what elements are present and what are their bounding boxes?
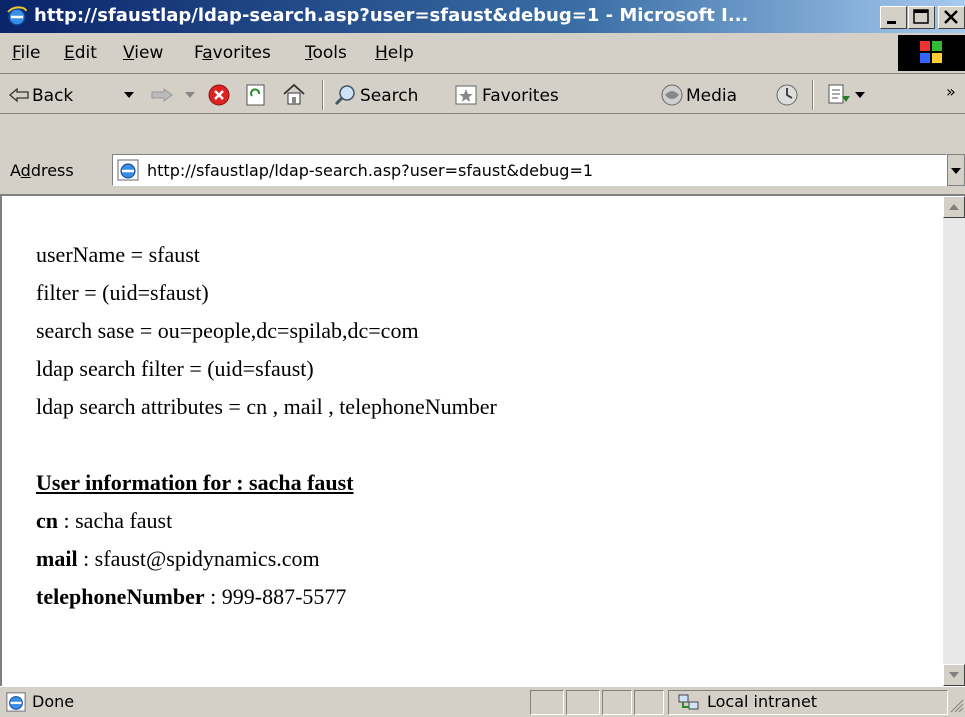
debug-line: filter = (uid=sfaust) [36, 280, 209, 305]
zone-panel: Local intranet [668, 690, 948, 715]
menu-edit[interactable]: Edit [64, 43, 97, 63]
scroll-down-button[interactable] [943, 664, 965, 686]
attribute-row: telephoneNumber : 999-887-5577 [36, 578, 916, 616]
toolbar-overflow-button[interactable]: » [946, 82, 956, 101]
home-icon[interactable] [281, 82, 307, 106]
favorites-button[interactable]: Favorites [482, 86, 559, 106]
status-panel [530, 690, 564, 715]
chevron-down-icon[interactable] [124, 92, 134, 100]
ie-icon [7, 6, 27, 26]
chevron-down-icon[interactable] [185, 92, 195, 100]
scroll-up-icon [949, 204, 959, 210]
attribute-key: telephoneNumber [36, 584, 205, 609]
back-arrow-icon [9, 87, 29, 103]
scroll-down-icon [949, 672, 959, 678]
scroll-up-button[interactable] [943, 196, 965, 218]
title-bar[interactable]: http://sfaustlap/ldap-search.asp?user=sf… [0, 0, 965, 33]
attribute-row: mail : sfaust@spidynamics.com [36, 540, 916, 578]
windows-logo-icon [920, 41, 942, 63]
stop-icon[interactable] [207, 83, 231, 107]
attribute-key: mail [36, 546, 78, 571]
toolbar-separator [322, 80, 324, 110]
attribute-value: : 999-887-5577 [204, 584, 347, 609]
page-content: userName = sfaust filter = (uid=sfaust) … [0, 194, 965, 686]
debug-line: userName = sfaust [36, 242, 200, 267]
local-intranet-icon [678, 694, 699, 710]
attribute-value: : sfaust@spidynamics.com [77, 546, 320, 571]
media-button[interactable]: Media [686, 86, 737, 106]
ie-page-icon [117, 159, 139, 181]
zone-label: Local intranet [707, 692, 818, 711]
address-url: http://sfaustlap/ldap-search.asp?user=sf… [147, 161, 594, 180]
search-button[interactable]: Search [360, 86, 418, 106]
chevron-down-icon[interactable] [855, 92, 865, 100]
menu-favorites[interactable]: Favorites [194, 43, 271, 63]
media-icon [661, 84, 683, 106]
windows-logo-throbber [898, 35, 965, 71]
history-icon[interactable] [775, 83, 799, 107]
mail-icon[interactable] [826, 82, 852, 108]
close-button[interactable] [938, 6, 965, 29]
status-text: Done [32, 692, 75, 711]
resize-grip-icon[interactable] [950, 699, 964, 713]
attribute-value: : sacha faust [58, 508, 173, 533]
status-panel [602, 690, 632, 715]
back-button[interactable]: Back [32, 86, 73, 106]
debug-line: ldap search attributes = cn , mail , tel… [36, 394, 497, 419]
search-icon [334, 85, 355, 106]
debug-output: userName = sfaust filter = (uid=sfaust) … [36, 236, 916, 616]
status-panel [566, 690, 600, 715]
maximize-icon [913, 9, 929, 24]
menu-help[interactable]: Help [375, 43, 414, 63]
user-info-heading: User information for : sacha faust [36, 470, 354, 495]
attribute-key: cn [36, 508, 58, 533]
toolbar-separator [812, 80, 814, 110]
address-bar: Address http://sfaustlap/ldap-search.asp… [0, 114, 965, 194]
menu-tools[interactable]: Tools [305, 43, 347, 63]
debug-line: ldap search filter = (uid=sfaust) [36, 356, 314, 381]
ie-page-icon [6, 692, 26, 712]
attribute-row: cn : sacha faust [36, 502, 916, 540]
forward-arrow-icon[interactable] [150, 87, 174, 103]
menu-view[interactable]: View [123, 43, 163, 63]
toolbar-row: Back Search Favorites Media » [0, 74, 965, 114]
favorites-icon [455, 85, 477, 105]
chevron-down-icon [951, 168, 961, 174]
close-icon [944, 10, 958, 24]
address-dropdown-button[interactable] [947, 154, 965, 186]
window-title: http://sfaustlap/ldap-search.asp?user=sf… [34, 5, 749, 26]
vertical-scrollbar[interactable] [943, 196, 965, 686]
address-label: Address [10, 161, 74, 180]
menu-bar: File Edit View Favorites Tools Help [0, 33, 965, 74]
maximize-button[interactable] [908, 6, 935, 29]
debug-line: search sase = ou=people,dc=spilab,dc=com [36, 318, 419, 343]
menu-file[interactable]: File [12, 43, 40, 63]
minimize-button[interactable] [880, 6, 907, 29]
status-bar: Done Local intranet [0, 686, 965, 717]
minimize-icon [887, 21, 896, 24]
status-panel [634, 690, 664, 715]
address-input[interactable]: http://sfaustlap/ldap-search.asp?user=sf… [112, 154, 947, 186]
refresh-icon[interactable] [244, 83, 268, 107]
